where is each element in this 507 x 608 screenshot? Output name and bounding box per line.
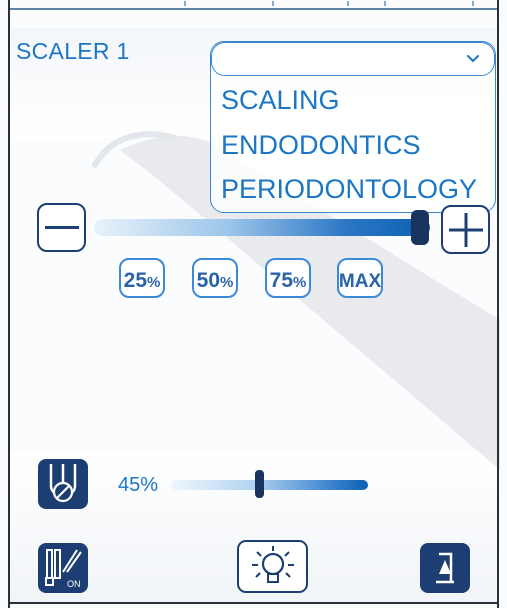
preset-25-unit: % <box>147 274 161 291</box>
preset-50-button[interactable]: 50% <box>192 258 238 298</box>
left-border <box>8 0 10 608</box>
irrigation-slider-track[interactable] <box>171 480 368 490</box>
mode-select[interactable] <box>211 42 495 76</box>
instrument-on-button[interactable]: ON <box>38 543 88 593</box>
instrument-on-label: ON <box>67 579 81 589</box>
option-scaling[interactable]: SCALING <box>221 85 340 116</box>
power-slider-handle[interactable] <box>411 210 429 245</box>
decrease-power-button[interactable] <box>37 203 86 252</box>
preset-75-value: 75 <box>269 269 293 292</box>
option-periodontology[interactable]: PERIODONTOLOGY <box>221 174 477 205</box>
power-slider-track[interactable] <box>94 219 430 236</box>
chevron-down-icon <box>467 55 479 63</box>
preset-max-button[interactable]: MAX <box>337 258 383 298</box>
irrigation-mode-button[interactable] <box>38 459 88 509</box>
top-divider <box>10 8 497 10</box>
irrigation-level-value: 45% <box>118 474 159 496</box>
preset-25-value: 25 <box>123 269 147 292</box>
preset-75-unit: % <box>293 274 307 291</box>
preset-max-label: MAX <box>338 271 382 292</box>
plus-icon <box>448 212 483 247</box>
chair-position-button[interactable] <box>420 543 470 593</box>
instrument-on-icon: ON <box>45 549 82 589</box>
chair-position-icon <box>436 552 454 584</box>
irrigation-icon <box>49 464 77 503</box>
option-endodontics[interactable]: ENDODONTICS <box>221 130 421 161</box>
top-status-ticks <box>10 0 497 8</box>
mode-dropdown[interactable]: SCALING ENDODONTICS PERIODONTOLOGY <box>210 41 496 213</box>
light-bulb-icon <box>251 545 294 583</box>
minus-icon <box>44 225 79 229</box>
preset-50-value: 50 <box>196 269 220 292</box>
light-button[interactable] <box>237 540 308 593</box>
scaler-screen: SCALER 1 SCALING ENDODONTICS PERIODONTOL… <box>0 0 507 608</box>
increase-power-button[interactable] <box>441 205 490 254</box>
irrigation-slider-handle[interactable] <box>255 470 264 498</box>
instrument-title: SCALER 1 <box>16 38 130 64</box>
preset-50-unit: % <box>220 274 234 291</box>
preset-25-button[interactable]: 25% <box>119 258 165 298</box>
preset-75-button[interactable]: 75% <box>265 258 311 298</box>
bottom-divider <box>10 602 497 604</box>
right-border <box>497 0 499 608</box>
